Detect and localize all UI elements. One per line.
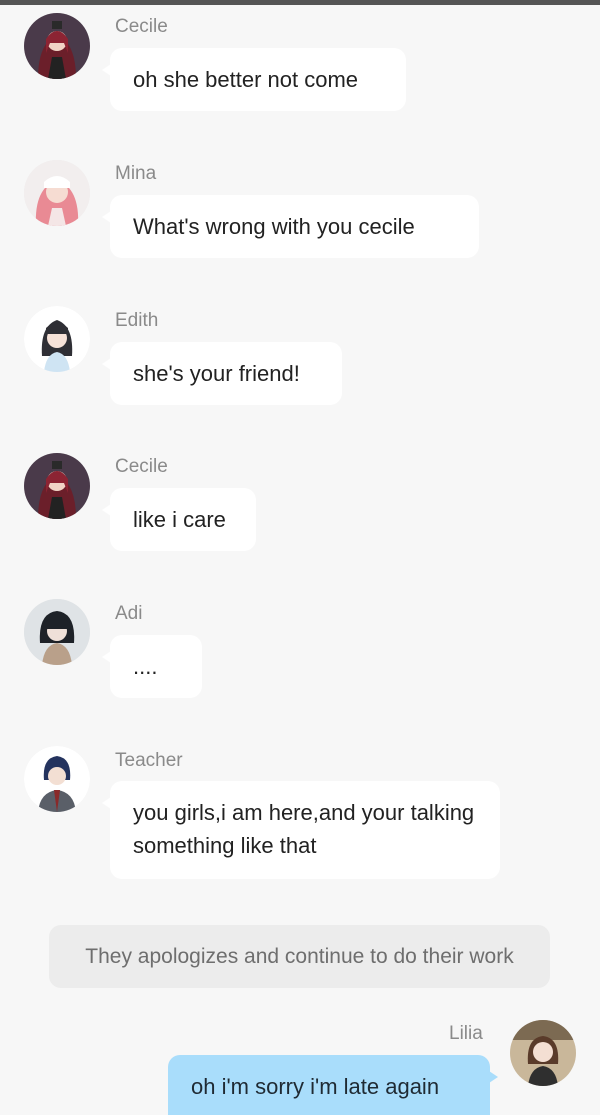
- message-bubble[interactable]: like i care: [102, 488, 256, 551]
- cecile-avatar[interactable]: [24, 453, 90, 519]
- status-bar-edge: [0, 0, 600, 5]
- teacher-avatar[interactable]: [24, 746, 90, 812]
- mina-avatar[interactable]: [24, 160, 90, 226]
- sender-name: Adi: [115, 603, 143, 624]
- sender-name: Edith: [115, 310, 159, 331]
- sender-name: Teacher: [115, 750, 183, 771]
- cecile-avatar[interactable]: [24, 13, 90, 79]
- narration-box: They apologizes and continue to do their…: [49, 925, 550, 988]
- message-bubble[interactable]: What's wrong with you cecile: [102, 195, 479, 258]
- adi-avatar[interactable]: [24, 599, 90, 665]
- own-message-bubble[interactable]: oh i'm sorry i'm late again: [168, 1055, 498, 1115]
- message-bubble[interactable]: oh she better not come: [102, 48, 406, 111]
- sender-name: Lilia: [449, 1023, 483, 1044]
- sender-name: Cecile: [115, 456, 168, 477]
- message-bubble[interactable]: you girls,i am here,and your talking som…: [102, 781, 500, 879]
- message-bubble[interactable]: ....: [102, 635, 202, 698]
- lilia-avatar[interactable]: [510, 1020, 576, 1086]
- message-bubble[interactable]: she's your friend!: [102, 342, 342, 405]
- edith-avatar[interactable]: [24, 306, 90, 372]
- sender-name: Mina: [115, 163, 157, 184]
- sender-name: Cecile: [115, 16, 168, 37]
